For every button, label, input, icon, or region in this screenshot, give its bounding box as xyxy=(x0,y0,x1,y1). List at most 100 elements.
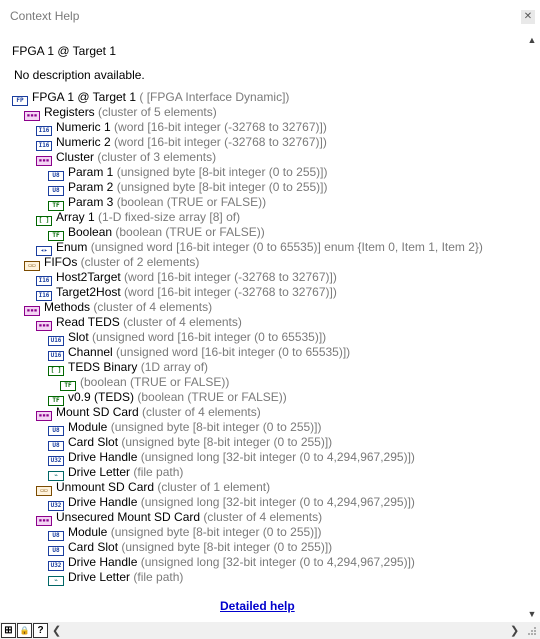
tree-item-type: (boolean (TRUE or FALSE)) xyxy=(80,375,230,389)
lock-icon: 🔒 xyxy=(19,626,30,635)
tree-item-type: (boolean (TRUE or FALSE)) xyxy=(137,390,287,404)
help-description: No description available. xyxy=(14,68,145,82)
tree-row: ▭▭ FIFOs (cluster of 2 elements) xyxy=(24,255,200,271)
tree-item-type: (cluster of 5 elements) xyxy=(98,105,217,119)
tree-row: ▪▪▪ Registers (cluster of 5 elements) xyxy=(24,105,217,121)
tree-item-name: Param 3 xyxy=(68,195,114,209)
tree-item-type: (cluster of 2 elements) xyxy=(80,255,200,269)
tree-item-type: (1-D fixed-size array [8] of) xyxy=(98,210,241,224)
scroll-up-icon[interactable]: ▲ xyxy=(524,32,540,48)
help-content: FPGA 1 @ Target 1 No description availab… xyxy=(0,32,524,622)
tree-item-type: (word [16-bit integer (-32768 to 32767)]… xyxy=(114,120,327,134)
tree-row: TF (boolean (TRUE or FALSE)) xyxy=(60,375,230,391)
tree-item-name: Card Slot xyxy=(68,540,119,554)
terminals-icon: ⊞ xyxy=(4,625,13,636)
tree-item-name: Target2Host xyxy=(56,285,121,299)
tree-row: U8 Param 2 (unsigned byte [8-bit integer … xyxy=(48,180,328,196)
help-heading: FPGA 1 @ Target 1 xyxy=(12,44,117,58)
tree-item-type: (unsigned byte [8-bit integer (0 to 255)… xyxy=(121,540,333,554)
tree-item-type: ( [FPGA Interface Dynamic]) xyxy=(139,90,290,104)
tree-item-name: Enum xyxy=(56,240,88,254)
tree-row: ▪▪▪ Read TEDS (cluster of 4 elements) xyxy=(36,315,242,331)
tree-item-type: (unsigned byte [8-bit integer (0 to 255)… xyxy=(110,420,322,434)
tree-item-name: Unsecured Mount SD Card xyxy=(56,510,201,524)
tree-item-name: Drive Handle xyxy=(68,495,138,509)
tree-item-type: (unsigned long [32-bit integer (0 to 4,2… xyxy=(140,555,415,569)
tree-item-name: Numeric 1 xyxy=(56,120,111,134)
tree-item-name: v0.9 (TEDS) xyxy=(68,390,135,404)
tree-item-type: (unsigned word [16-bit integer (0 to 655… xyxy=(92,330,327,344)
tree-item-name: Param 1 xyxy=(68,165,114,179)
tree-row: FP FPGA 1 @ Target 1 ( [FPGA Interface Dy… xyxy=(12,90,290,106)
resize-grip-icon[interactable] xyxy=(527,626,537,636)
tree-row: U8 Module (unsigned byte [8-bit integer (… xyxy=(48,420,322,436)
tree-item-type: (unsigned byte [8-bit integer (0 to 255)… xyxy=(116,180,328,194)
tree-row: ⌁ Drive Letter (file path) xyxy=(48,570,184,586)
show-optional-terminals-button[interactable]: ⊞ xyxy=(1,623,16,638)
tree-item-name: Unmount SD Card xyxy=(56,480,155,494)
tree-row: ▪▪▪ Cluster (cluster of 3 elements) xyxy=(36,150,217,166)
bottom-toolbar: ⊞ 🔒 ? ❮ ❯ xyxy=(0,622,540,639)
close-icon: ✕ xyxy=(523,11,533,22)
tree-row: ◂▸ Enum (unsigned word [16-bit integer (0… xyxy=(36,240,483,256)
tree-item-type: (word [16-bit integer (-32768 to 32767)]… xyxy=(124,270,337,284)
tree-row: [ ] Array 1 (1-D fixed-size array [8] of) xyxy=(36,210,241,226)
tree-item-name: TEDS Binary xyxy=(68,360,138,374)
tree-item-type: (cluster of 3 elements) xyxy=(97,150,217,164)
tree-item-name: Boolean xyxy=(68,225,113,239)
scroll-left-icon[interactable]: ❮ xyxy=(52,624,61,637)
tree-row: U8 Param 1 (unsigned byte [8-bit integer … xyxy=(48,165,328,181)
tree-item-name: Read TEDS xyxy=(56,315,120,329)
lock-button[interactable]: 🔒 xyxy=(17,623,32,638)
tree-row: U32 Drive Handle (unsigned long [32-bit i… xyxy=(48,555,415,571)
tree-item-name: Methods xyxy=(44,300,91,314)
tree-row: [ ] TEDS Binary (1D array of) xyxy=(48,360,208,376)
tree-row: U8 Card Slot (unsigned byte [8-bit intege… xyxy=(48,435,333,451)
tree-item-name: FPGA 1 @ Target 1 xyxy=(32,90,137,104)
tree-item-name: Param 2 xyxy=(68,180,114,194)
tree-item-type: (cluster of 4 elements) xyxy=(203,510,323,524)
horizontal-scrollbar[interactable] xyxy=(64,627,504,635)
tree-item-type: (cluster of 1 element) xyxy=(157,480,271,494)
tree-row: ⌁ Drive Letter (file path) xyxy=(48,465,184,481)
tree-item-type: (file path) xyxy=(133,465,184,479)
tree-item-name: Module xyxy=(68,525,108,539)
tree-row: U8 Card Slot (unsigned byte [8-bit intege… xyxy=(48,540,333,556)
tree-item-type: (unsigned byte [8-bit integer (0 to 255)… xyxy=(110,525,322,539)
tree-row: TF v0.9 (TEDS) (boolean (TRUE or FALSE)) xyxy=(48,390,287,406)
tree-item-name: FIFOs xyxy=(44,255,78,269)
close-button[interactable]: ✕ xyxy=(521,10,535,24)
tree-item-name: Numeric 2 xyxy=(56,135,111,149)
tree-item-name: Channel xyxy=(68,345,113,359)
detailed-help-link[interactable]: Detailed help xyxy=(220,599,295,613)
detailed-help-button[interactable]: ? xyxy=(33,623,48,638)
tree-item-type: (cluster of 4 elements) xyxy=(123,315,242,329)
tree-item-type: (cluster of 4 elements) xyxy=(93,300,213,314)
tree-row: I16 Numeric 1 (word [16-bit integer (-327… xyxy=(36,120,327,136)
tree-item-name: Drive Letter xyxy=(68,465,131,479)
scroll-down-icon[interactable]: ▼ xyxy=(524,606,540,622)
tree-item-name: Drive Handle xyxy=(68,450,138,464)
tree-row: U8 Module (unsigned byte [8-bit integer (… xyxy=(48,525,322,541)
tree-item-type: (unsigned byte [8-bit integer (0 to 255)… xyxy=(121,435,333,449)
tree-row: U32 Drive Handle (unsigned long [32-bit i… xyxy=(48,495,415,511)
tree-item-type: (boolean (TRUE or FALSE)) xyxy=(115,225,265,239)
tree-item-name: Host2Target xyxy=(56,270,121,284)
vertical-scrollbar[interactable]: ▲ ▼ xyxy=(524,32,540,622)
tree-item-type: (unsigned byte [8-bit integer (0 to 255)… xyxy=(116,165,328,179)
tree-row: U32 Drive Handle (unsigned long [32-bit i… xyxy=(48,450,415,466)
tree-item-name: Slot xyxy=(68,330,89,344)
tree-item-type: (file path) xyxy=(133,570,184,584)
window-title: Context Help xyxy=(10,9,80,23)
tree-item-type: (word [16-bit integer (-32768 to 32767)]… xyxy=(114,135,327,149)
scroll-right-icon[interactable]: ❯ xyxy=(510,624,519,637)
tree-row: ▪▪▪ Mount SD Card (cluster of 4 elements) xyxy=(36,405,261,421)
help-icon: ? xyxy=(37,625,44,636)
tree-item-name: Drive Handle xyxy=(68,555,138,569)
tree-item-type: (word [16-bit integer (-32768 to 32767)]… xyxy=(124,285,337,299)
tree-item-name: Cluster xyxy=(56,150,95,164)
tree-row: ▪▪▪ Unsecured Mount SD Card (cluster of 4… xyxy=(36,510,323,526)
tree-row: U16 Slot (unsigned word [16-bit integer (… xyxy=(48,330,327,346)
scroll-thumb[interactable] xyxy=(528,50,536,600)
tree-row: I16 Host2Target (word [16-bit integer (-3… xyxy=(36,270,337,286)
